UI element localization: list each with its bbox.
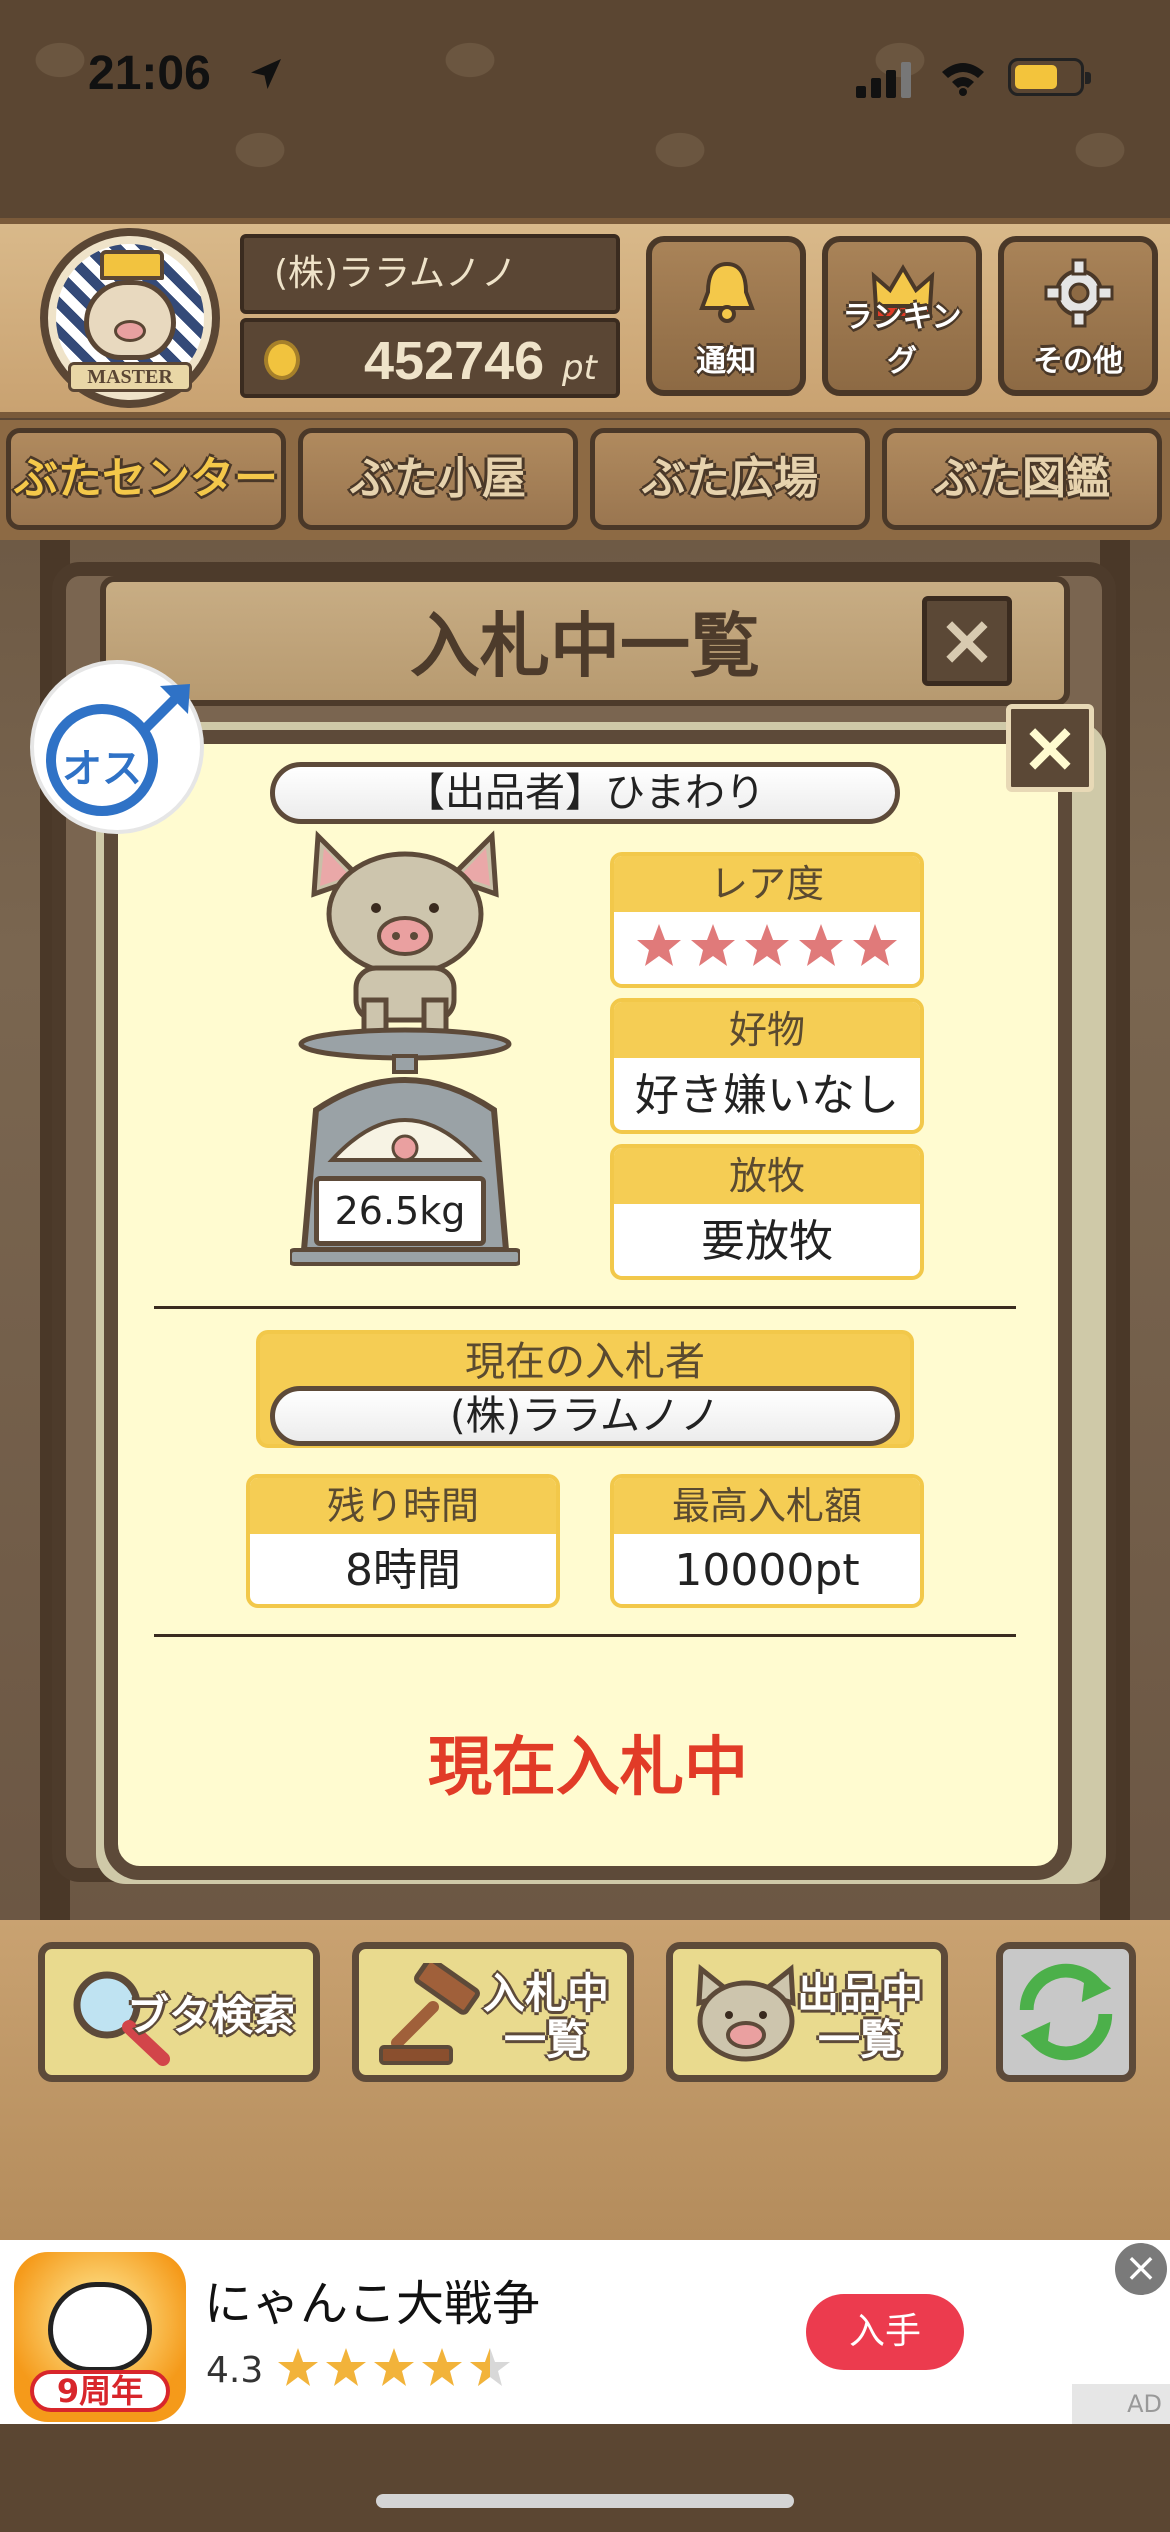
tab-buta-plaza[interactable]: ぶた広場 [590, 428, 870, 530]
status-time: 21:06 [88, 47, 211, 100]
ad-close-button[interactable]: × [1112, 2240, 1170, 2298]
star-icon [637, 924, 681, 966]
grazing-value: 要放牧 [701, 1216, 833, 1267]
star-icon [691, 924, 735, 966]
wifi-icon [942, 63, 984, 96]
other-button[interactable]: その他 [998, 236, 1158, 396]
pig-detail-card [104, 730, 1072, 1880]
points-value: 452746 [364, 331, 545, 391]
star-icon [799, 924, 843, 966]
top-bid-label: 最高入札額 [614, 1478, 920, 1534]
favorite-label: 好物 [614, 1002, 920, 1058]
app-icon[interactable]: 9周年 [14, 2252, 186, 2422]
time-left-box: 残り時間 8時間 [246, 1474, 560, 1608]
location-arrow-icon [251, 59, 281, 89]
refresh-icon [1019, 1963, 1113, 2061]
points-display: 452746 pt [240, 318, 620, 398]
master-label: MASTER [68, 362, 192, 392]
coin-icon [264, 340, 300, 380]
gear-icon [1044, 258, 1114, 328]
pig-search-button[interactable]: ブタ検索 [38, 1942, 320, 2082]
cellular-signal-icon [856, 62, 911, 98]
current-bidder-name: (株)ララムノノ [270, 1386, 900, 1446]
ad-app-name: にゃんこ大戦争 [204, 2276, 541, 2332]
male-arrow-icon [142, 684, 190, 732]
gavel-icon [379, 1963, 480, 2065]
anniversary-label: 9周年 [30, 2370, 170, 2412]
notification-label: 通知 [696, 344, 756, 379]
time-left-label: 残り時間 [250, 1478, 556, 1534]
rating-stars-icon [278, 2348, 510, 2386]
rarity-box: レア度 [610, 852, 924, 988]
bid-status: 現在入札中 [428, 1731, 748, 1805]
top-bid-value: 10000pt [674, 1545, 860, 1596]
company-name: (株)ララムノノ [240, 234, 620, 314]
ad-rating: 4.3 [206, 2350, 264, 2391]
other-label: その他 [1033, 344, 1123, 379]
points-unit: pt [562, 348, 597, 388]
crown-icon [100, 250, 164, 280]
status-bar: 21:06 [0, 0, 1170, 150]
pig-search-label: ブタ検索 [126, 1991, 295, 2040]
home-indicator[interactable] [376, 2494, 794, 2508]
gender-label: オス [62, 746, 142, 792]
favorite-food-box: 好物 好き嫌いなし [610, 998, 924, 1134]
listing-list-button[interactable]: 出品中 一覧 [666, 1942, 948, 2082]
dialog-close-button[interactable]: × [922, 596, 1012, 686]
listing-list-label: 出品中 一覧 [796, 1969, 923, 2064]
male-gender-badge: オス [34, 664, 200, 830]
star-icon [853, 924, 897, 966]
bidding-list-label: 入札中 一覧 [482, 1969, 609, 2064]
divider [154, 1634, 1016, 1637]
ad-badge: AD [1072, 2384, 1170, 2424]
rarity-label: レア度 [614, 856, 920, 912]
cat-face-icon [48, 2282, 152, 2372]
divider [154, 1306, 1016, 1309]
favorite-value: 好き嫌いなし [635, 1070, 899, 1121]
ranking-label: ランキング [842, 300, 962, 379]
ad-get-button[interactable]: 入手 [806, 2294, 964, 2370]
ranking-button[interactable]: ランキング [822, 236, 982, 396]
master-badge[interactable]: MASTER [40, 228, 220, 408]
bottom-background [0, 2424, 1170, 2532]
weight-value: 26.5kg [314, 1176, 486, 1246]
star-icon [745, 924, 789, 966]
pig-face-icon [696, 1964, 796, 2062]
card-close-button[interactable]: × [1006, 704, 1094, 792]
ad-banner[interactable]: 9周年 にゃんこ大戦争 4.3 入手 × AD [0, 2240, 1170, 2424]
bell-icon [699, 261, 755, 323]
top-bid-box: 最高入札額 10000pt [610, 1474, 924, 1608]
grazing-label: 放牧 [614, 1148, 920, 1204]
rarity-stars [614, 912, 920, 984]
grazing-box: 放牧 要放牧 [610, 1144, 924, 1280]
refresh-button[interactable] [996, 1942, 1136, 2082]
battery-icon [1008, 58, 1091, 96]
tab-buta-center[interactable]: ぶたセンター [6, 428, 286, 530]
bidding-list-button[interactable]: 入札中 一覧 [352, 1942, 634, 2082]
tab-buta-encyclopedia[interactable]: ぶた図鑑 [882, 428, 1162, 530]
tab-buta-hut[interactable]: ぶた小屋 [298, 428, 578, 530]
current-bidder-label: 現在の入札者 [465, 1339, 705, 1385]
notification-button[interactable]: 通知 [646, 236, 806, 396]
time-left-value: 8時間 [345, 1545, 461, 1596]
seller-name: 【出品者】ひまわり [270, 762, 900, 824]
